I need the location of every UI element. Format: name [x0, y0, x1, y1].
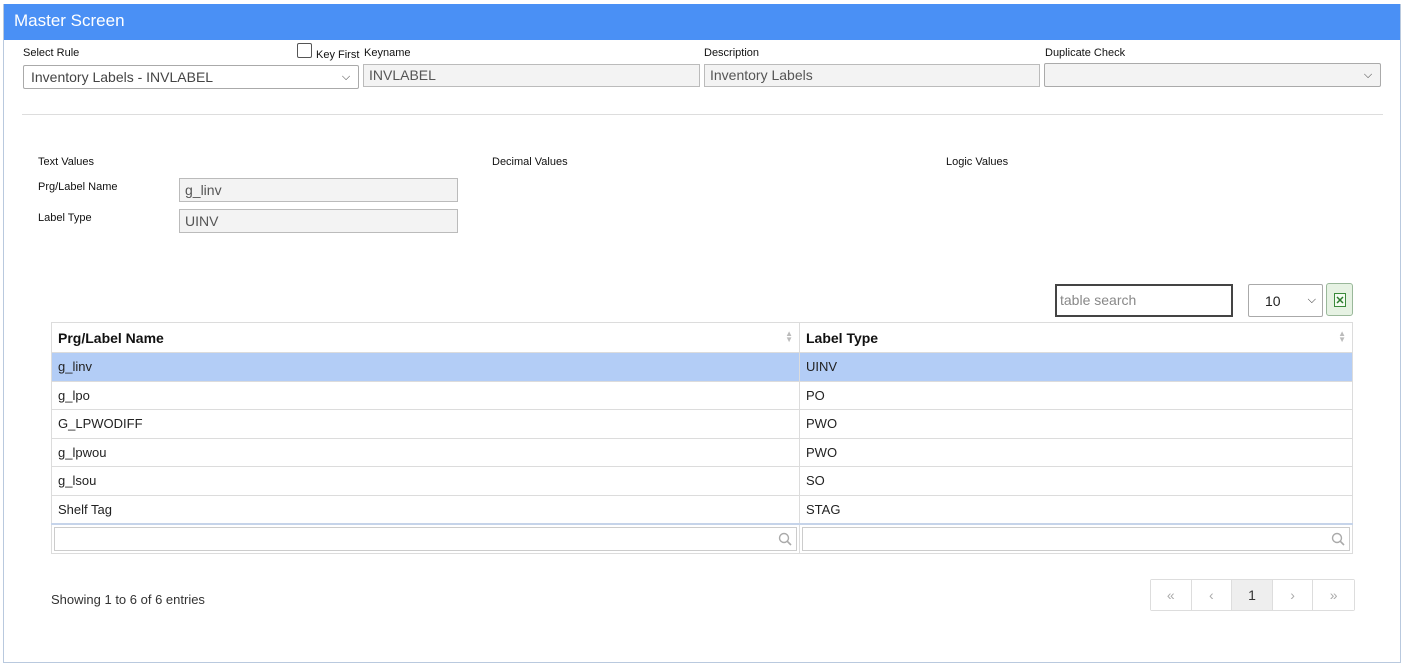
table-row[interactable]: g_lpo PO: [51, 380, 1353, 410]
decimal-values-heading: Decimal Values: [492, 156, 568, 168]
key-first-checkbox[interactable]: [297, 43, 312, 58]
prg-label-name-field[interactable]: g_linv: [179, 178, 458, 202]
label-type-label: Label Type: [38, 212, 92, 224]
divider: [22, 114, 1383, 115]
prg-label-name-label: Prg/Label Name: [38, 181, 118, 193]
cell-prg-label-name: g_linv: [51, 352, 800, 382]
cell-prg-label-name: g_lsou: [51, 466, 800, 496]
key-first-label: Key First: [316, 49, 360, 61]
cell-prg-label-name: g_lpwou: [51, 437, 800, 467]
cell-prg-label-name: G_LPWODIFF: [51, 409, 800, 439]
table-row[interactable]: Shelf Tag STAG: [51, 494, 1353, 524]
search-icon: [778, 532, 792, 546]
cell-label-type: STAG: [799, 494, 1353, 524]
cell-label-type: PO: [799, 380, 1353, 410]
select-rule-value: Inventory Labels - INVLABEL: [31, 69, 214, 85]
filter-input-label-type[interactable]: [802, 526, 1350, 551]
chevron-down-icon: ⌵: [1307, 294, 1316, 306]
table-row[interactable]: g_linv UINV: [51, 352, 1353, 382]
column-header-prg-label-name[interactable]: Prg/Label Name ▲ ▼: [51, 322, 800, 353]
cell-label-type: SO: [799, 466, 1353, 496]
sort-icon: ▲ ▼: [1338, 329, 1346, 344]
table-row[interactable]: g_lpwou PWO: [51, 437, 1353, 467]
table-row[interactable]: g_lsou SO: [51, 466, 1353, 496]
chevron-down-icon: ⌵: [341, 70, 351, 83]
excel-export-button[interactable]: [1326, 283, 1353, 316]
cell-prg-label-name: g_lpo: [51, 380, 800, 410]
first-page-button[interactable]: «: [1151, 580, 1192, 610]
table-info: Showing 1 to 6 of 6 entries: [51, 592, 205, 607]
duplicate-check-label: Duplicate Check: [1045, 47, 1126, 59]
cell-label-type: PWO: [799, 409, 1353, 439]
select-rule-label: Select Rule: [23, 47, 80, 59]
filter-cell: [799, 522, 1353, 554]
chevron-down-icon: ⌵: [1363, 68, 1373, 81]
table-search-input[interactable]: table search: [1055, 284, 1233, 317]
data-table: Prg/Label Name ▲ ▼ Label Type ▲ ▼ g_linv U…: [51, 322, 1353, 554]
keyname-label: Keyname: [364, 47, 411, 59]
label-type-field[interactable]: UINV: [179, 209, 458, 233]
description-field[interactable]: Inventory Labels: [704, 64, 1040, 87]
filter-row: [51, 522, 1353, 554]
page-size-select[interactable]: 10 ⌵: [1248, 284, 1323, 317]
excel-icon: [1333, 292, 1346, 307]
pagination: « ‹ 1 › »: [1150, 579, 1355, 611]
table-row[interactable]: G_LPWODIFF PWO: [51, 409, 1353, 439]
keyname-field[interactable]: INVLABEL: [363, 64, 700, 87]
duplicate-check-dropdown[interactable]: ⌵: [1044, 63, 1381, 87]
page-size-value: 10: [1265, 292, 1281, 309]
next-page-button[interactable]: ›: [1272, 580, 1314, 610]
page-1-button[interactable]: 1: [1232, 580, 1273, 610]
description-label: Description: [704, 47, 760, 59]
prev-page-button[interactable]: ‹: [1191, 580, 1233, 610]
cell-label-type: PWO: [799, 437, 1353, 467]
sort-icon: ▲ ▼: [785, 329, 793, 344]
logic-values-heading: Logic Values: [946, 156, 1009, 168]
search-icon: [1331, 532, 1345, 546]
cell-label-type: UINV: [799, 352, 1353, 382]
filter-cell: [51, 522, 800, 554]
select-rule-dropdown[interactable]: Inventory Labels - INVLABEL ⌵: [23, 65, 359, 89]
column-header-label-type[interactable]: Label Type ▲ ▼: [799, 322, 1353, 353]
last-page-button[interactable]: »: [1313, 580, 1354, 610]
text-values-heading: Text Values: [38, 156, 95, 168]
cell-prg-label-name: Shelf Tag: [51, 494, 800, 524]
filter-input-prg-label-name[interactable]: [54, 526, 797, 551]
page-title: Master Screen: [4, 4, 1400, 40]
